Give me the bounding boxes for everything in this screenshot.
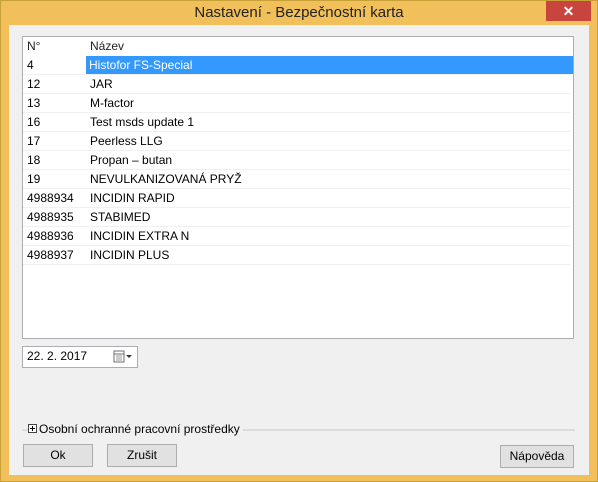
ok-button[interactable]: Ok bbox=[23, 444, 93, 467]
dialog-content: N° Název 4 Histofor FS-Special 12 JAR 13 M-fa… bbox=[9, 25, 589, 475]
item-name: STABIMED bbox=[90, 210, 151, 224]
calendar-icon[interactable] bbox=[112, 350, 134, 364]
item-number: 16 bbox=[27, 115, 41, 129]
list-item[interactable]: 4988935 STABIMED bbox=[23, 208, 571, 227]
item-name: Histofor FS-Special bbox=[86, 56, 573, 74]
list-item[interactable]: 13 M-factor bbox=[23, 94, 571, 113]
ppe-section-label: Osobní ochranné pracovní prostředky bbox=[39, 422, 240, 436]
plus-icon[interactable] bbox=[28, 422, 37, 433]
ppe-section-header[interactable]: Osobní ochranné pracovní prostředky bbox=[28, 422, 243, 436]
item-name: INCIDIN RAPID bbox=[90, 191, 175, 205]
item-name: JAR bbox=[90, 77, 113, 91]
window-border-right bbox=[589, 25, 597, 481]
item-name: INCIDIN PLUS bbox=[90, 248, 170, 262]
item-number: 4988937 bbox=[27, 248, 74, 262]
window-border-left bbox=[1, 25, 9, 481]
list-item[interactable]: 4 Histofor FS-Special bbox=[23, 56, 573, 75]
list-item[interactable]: 18 Propan – butan bbox=[23, 151, 571, 170]
window-title: Nastavení - Bezpečnostní karta bbox=[194, 4, 404, 21]
item-number: 4 bbox=[27, 58, 34, 72]
list-item[interactable]: 16 Test msds update 1 bbox=[23, 113, 571, 132]
item-number: 19 bbox=[27, 172, 41, 186]
list-item[interactable]: 12 JAR bbox=[23, 75, 571, 94]
item-name: M-factor bbox=[90, 96, 135, 110]
title-bar[interactable]: Nastavení - Bezpečnostní karta ✕ bbox=[1, 1, 597, 25]
item-name: NEVULKANIZOVANÁ PRYŽ bbox=[90, 172, 242, 186]
ppe-section: Osobní ochranné pracovní prostředky bbox=[22, 422, 575, 436]
list-item[interactable]: 19 NEVULKANIZOVANÁ PRYŽ bbox=[23, 170, 571, 189]
item-number: 12 bbox=[27, 77, 41, 91]
dialog-window: Nastavení - Bezpečnostní karta ✕ N° Náze… bbox=[0, 0, 598, 482]
item-name: Test msds update 1 bbox=[90, 115, 195, 129]
date-value[interactable]: 22. 2. 2017 bbox=[27, 349, 87, 363]
item-number: 4988936 bbox=[27, 229, 74, 243]
item-number: 13 bbox=[27, 96, 41, 110]
help-button[interactable]: Nápověda bbox=[500, 445, 574, 468]
list-item[interactable]: 17 Peerless LLG bbox=[23, 132, 571, 151]
item-number: 18 bbox=[27, 153, 41, 167]
safety-sheet-list[interactable]: N° Název 4 Histofor FS-Special 12 JAR 13 M-fa… bbox=[22, 36, 574, 339]
item-number: 4988935 bbox=[27, 210, 74, 224]
list-item[interactable]: 4988934 INCIDIN RAPID bbox=[23, 189, 571, 208]
item-number: 4988934 bbox=[27, 191, 74, 205]
list-header: N° Název bbox=[23, 37, 571, 56]
list-item[interactable]: 4988937 INCIDIN PLUS bbox=[23, 246, 571, 265]
close-button[interactable]: ✕ bbox=[546, 1, 591, 21]
cancel-button[interactable]: Zrušit bbox=[107, 444, 177, 467]
item-name: INCIDIN EXTRA N bbox=[90, 229, 190, 243]
item-number: 17 bbox=[27, 134, 41, 148]
list-item[interactable]: 4988936 INCIDIN EXTRA N bbox=[23, 227, 571, 246]
item-name: Peerless LLG bbox=[90, 134, 163, 148]
column-header-name[interactable]: Název bbox=[89, 37, 570, 55]
item-name: Propan – butan bbox=[90, 153, 173, 167]
column-header-number[interactable]: N° bbox=[27, 37, 83, 55]
date-picker[interactable]: 22. 2. 2017 bbox=[22, 346, 138, 368]
